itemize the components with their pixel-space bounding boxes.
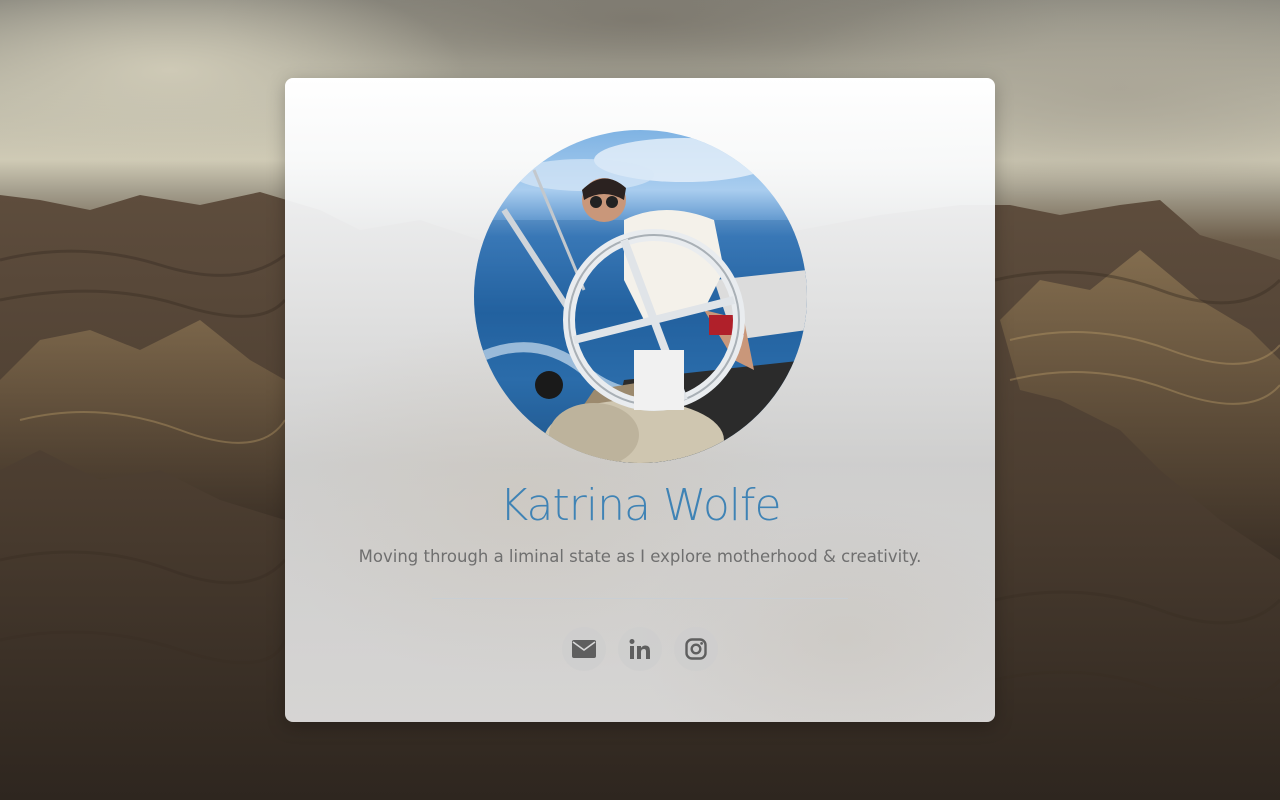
linkedin-icon: [629, 639, 650, 659]
divider: [432, 598, 848, 599]
envelope-icon: [572, 640, 596, 658]
instagram-button[interactable]: [674, 627, 718, 671]
sailing-photo-illustration: [474, 138, 807, 463]
social-links: [285, 627, 995, 671]
profile-photo: [474, 130, 807, 463]
profile-card: Katrina Wolfe Moving through a liminal s…: [285, 78, 995, 722]
instagram-icon: [685, 638, 707, 660]
email-button[interactable]: [562, 627, 606, 671]
profile-tagline: Moving through a liminal state as I expl…: [358, 547, 922, 566]
profile-name: Katrina Wolfe: [499, 480, 781, 531]
linkedin-button[interactable]: [618, 627, 662, 671]
